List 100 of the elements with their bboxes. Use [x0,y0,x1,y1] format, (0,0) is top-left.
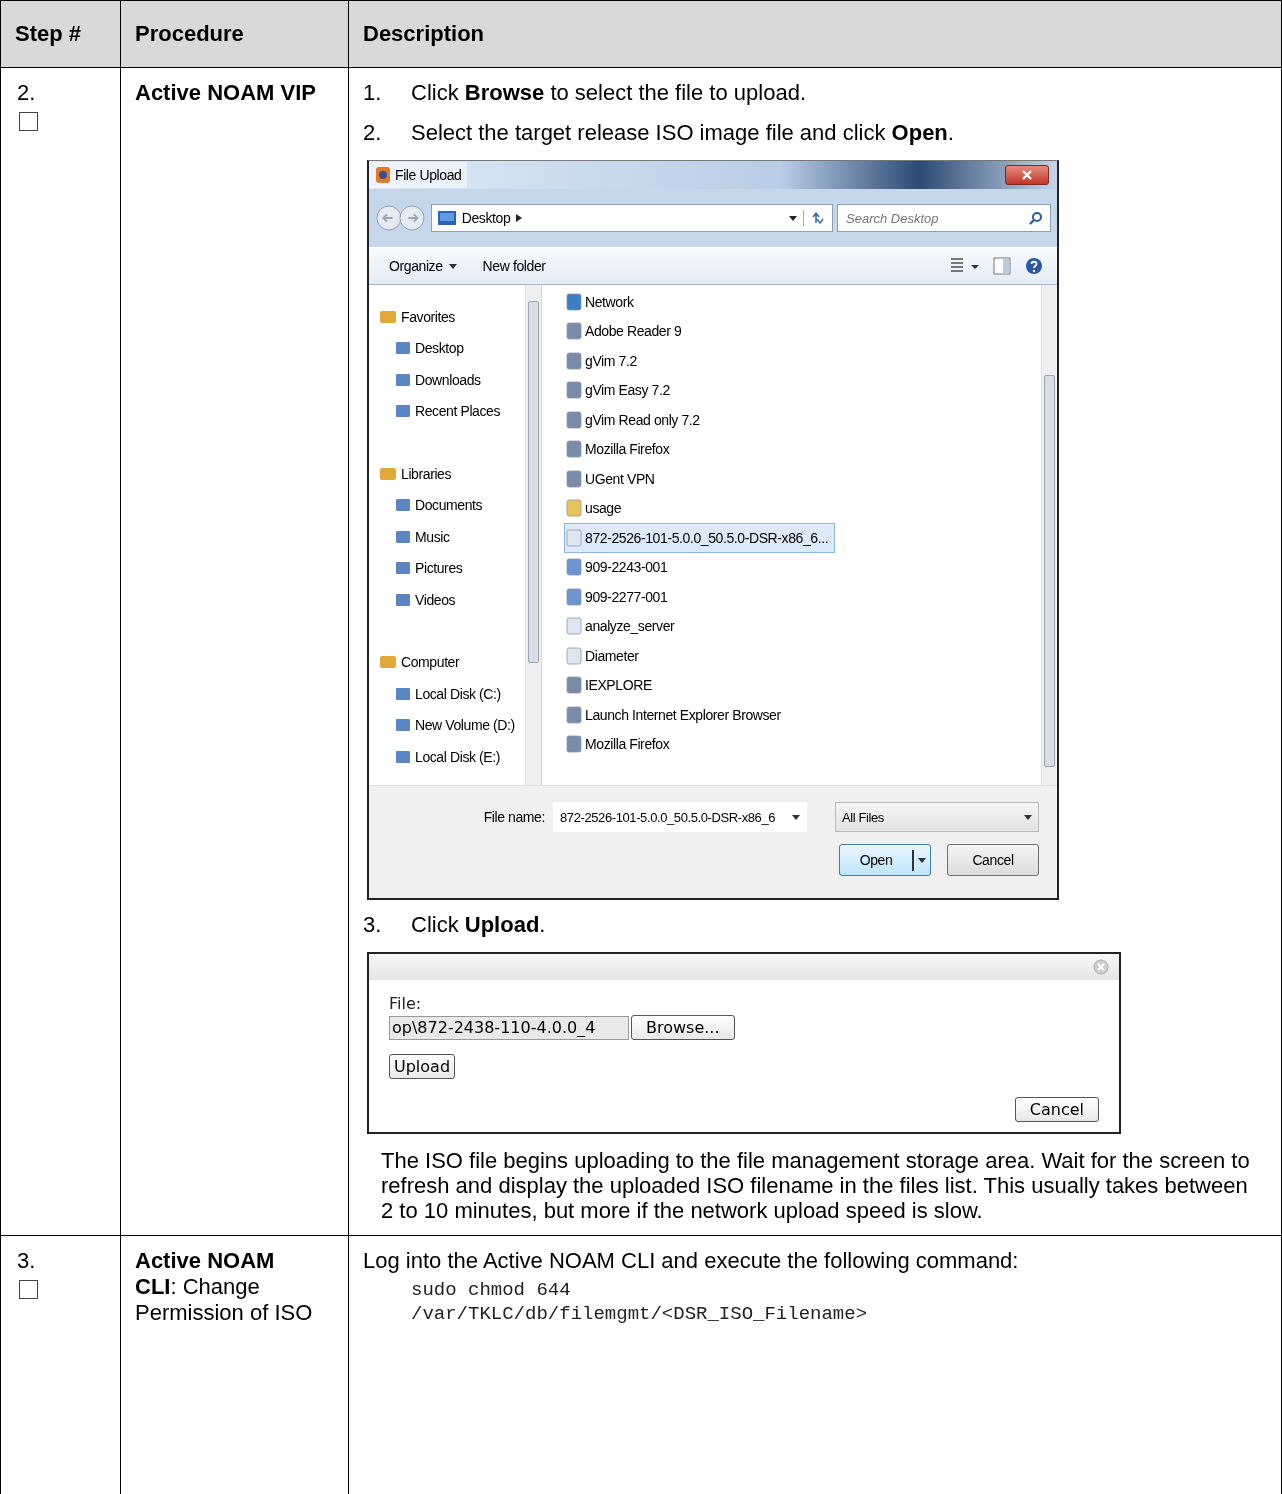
file-name-label: File name: [483,809,545,825]
new-folder-button[interactable]: New folder [476,256,552,276]
column-header: Description [348,0,1282,68]
step-number: 2. [17,80,37,106]
file-icon [565,292,583,311]
file-type-dropdown[interactable]: All Files [835,802,1039,832]
nav-item[interactable]: Local Disk (E:) [369,741,525,773]
scrollbar[interactable] [525,285,541,785]
desktop-icon [437,211,456,225]
nav-item[interactable]: Computer [369,646,525,678]
list-number: 1. [363,80,383,106]
file-icon [565,322,583,341]
dropdown-caret-icon [448,263,457,269]
file-icon [565,499,583,518]
nav-item[interactable]: Local Disk (C:) [369,678,525,710]
location-icon [395,717,411,734]
file-path-field[interactable]: op\872-2438-110-4.0.0_4 [389,1015,629,1040]
location-icon [395,403,411,420]
command-line: /var/TKLC/db/filemgmt/<DSR_ISO_Filename> [411,1302,869,1326]
file-item[interactable]: Diameter [564,641,646,671]
cancel-button[interactable]: Cancel [1014,1097,1099,1122]
file-icon [565,735,583,754]
nav-item[interactable]: Music [369,521,525,553]
file-item[interactable]: analyze_server [564,611,682,641]
dropdown-caret-icon [1024,814,1032,820]
cancel-button[interactable]: Cancel [947,844,1039,876]
file-item[interactable]: gVim Read only 7.2 [564,405,707,435]
command-line: sudo chmod 644 [411,1278,572,1302]
file-item[interactable]: Mozilla Firefox [564,434,677,464]
nav-item[interactable]: Videos [369,584,525,616]
step-checkbox[interactable] [19,1280,38,1299]
file-icon [565,587,583,606]
column-header: Procedure [120,0,349,68]
column-header: Step # [0,0,121,68]
location-icon [379,308,397,325]
nav-item[interactable]: Favorites [369,301,525,333]
dropdown-caret-icon[interactable] [789,215,797,221]
file-item[interactable]: Network [564,287,641,317]
file-icon [565,528,583,547]
file-item[interactable]: IEXPLORE [564,670,659,700]
location-icon [379,465,397,482]
file-icon [565,646,583,665]
location-icon [395,685,411,702]
refresh-icon[interactable] [803,210,826,226]
file-icon [565,410,583,429]
file-label: File: [389,994,423,1013]
file-item[interactable]: 909-2277-001 [564,582,675,612]
file-item[interactable]: Adobe Reader 9 [564,316,689,346]
file-icon [565,558,583,577]
browse-button[interactable]: Browse... [631,1015,735,1040]
file-icon [565,469,583,488]
file-item[interactable]: usage [564,493,629,523]
nav-item[interactable]: Recent Places [369,395,525,427]
instruction-text: Click Upload. [411,912,546,938]
nav-item[interactable]: Downloads [369,364,525,396]
open-button[interactable]: Open [839,844,931,876]
location-icon [379,654,397,671]
location-icon [395,340,411,357]
window-title: File Upload [395,167,462,183]
location-icon [395,371,411,388]
instruction-text: Select the target release ISO image file and click Open. [411,120,954,146]
file-item[interactable]: 909-2243-001 [564,552,675,582]
upload-button[interactable]: Upload [389,1054,456,1079]
file-name-field[interactable]: 872-2526-101-5.0.0_50.5.0-DSR-x86_6 [553,802,807,832]
file-icon [565,705,583,724]
location-icon [395,497,411,514]
app-icon [375,166,391,184]
nav-item[interactable]: Libraries [369,458,525,490]
instruction-text: Click Browse to select the file to upload. [411,80,806,106]
organize-button[interactable]: Organize [383,256,463,276]
close-button[interactable] [1005,165,1049,185]
location-icon [395,560,411,577]
dropdown-caret-icon [792,814,800,820]
scrollbar[interactable] [1041,285,1057,785]
nav-item[interactable]: Pictures [369,552,525,584]
nav-item[interactable]: Desktop [369,332,525,364]
address-field[interactable]: Desktop [430,204,833,232]
procedure-text: Active NOAM CLI: Change Permission of ISO [135,1248,314,1326]
list-number: 3. [363,912,383,938]
search-field[interactable]: Search Desktop [837,204,1051,232]
chevron-right-icon [516,214,523,222]
close-icon [1021,169,1033,181]
nav-item[interactable]: New Volume (D:) [369,709,525,741]
file-item[interactable]: Launch Internet Explorer Browser [564,700,788,730]
search-icon [1029,211,1043,225]
help-icon[interactable] [1025,257,1043,275]
file-item[interactable]: Mozilla Firefox [564,729,677,759]
file-item[interactable]: UGent VPN [564,464,662,494]
view-options-icon[interactable] [949,257,979,275]
nav-item[interactable]: Documents [369,489,525,521]
file-icon [565,617,583,636]
step-checkbox[interactable] [19,112,38,131]
file-icon [565,351,583,370]
file-item[interactable]: 872-2526-101-5.0.0_50.5.0-DSR-x86_6... [564,523,836,553]
file-item[interactable]: gVim 7.2 [564,346,644,376]
list-number: 2. [363,120,383,146]
dropdown-caret-icon [918,857,926,863]
file-icon [565,676,583,695]
file-icon [565,381,583,400]
file-item[interactable]: gVim Easy 7.2 [564,375,677,405]
